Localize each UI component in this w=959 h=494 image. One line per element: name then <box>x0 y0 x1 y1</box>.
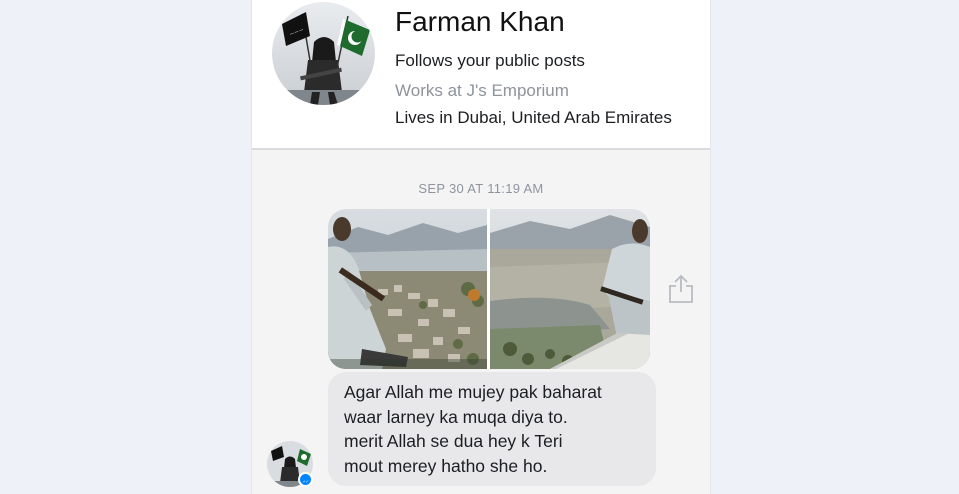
message-timestamp: SEP 30 AT 11:19 AM <box>418 181 544 196</box>
message-line: mout merey hatho she ho. <box>344 455 548 476</box>
work-text: Works at J's Emporium <box>395 81 569 100</box>
message-line: merit Allah se dua hey k Teri <box>344 431 563 451</box>
follows-text: Follows your public posts <box>395 51 585 70</box>
profile-header: ~~~ Farman Khan Follows your public post… <box>252 0 710 150</box>
message-line: waar larney ka muqa diya to. <box>344 406 568 427</box>
messenger-badge-icon <box>298 472 313 487</box>
photo-attachment-group <box>328 209 650 369</box>
message-bubble[interactable]: Agar Allah me mujey pak baharat waar lar… <box>328 372 656 486</box>
messenger-conversation: ~~~ Farman Khan Follows your public post… <box>251 0 711 494</box>
profile-avatar[interactable]: ~~~ <box>272 2 375 105</box>
share-icon[interactable] <box>668 274 694 304</box>
photo-attachment-1[interactable] <box>328 209 487 369</box>
sender-avatar[interactable] <box>267 441 313 487</box>
location-text: Lives in Dubai, United Arab Emirates <box>395 108 672 127</box>
message-line: Agar Allah me mujey pak baharat <box>344 382 602 402</box>
photo-attachment-2[interactable] <box>490 209 650 369</box>
profile-name: Farman Khan <box>395 6 565 37</box>
